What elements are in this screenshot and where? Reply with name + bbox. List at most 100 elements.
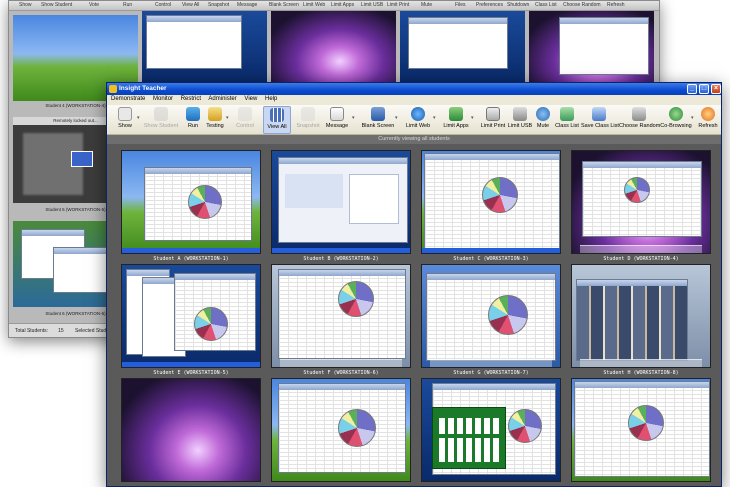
app-icon [109,85,117,93]
testing-dropdown-icon[interactable]: ▾ [226,115,229,121]
student-thumbnail-c[interactable]: Student C (WORKSTATION-3) [421,150,561,269]
limit-web-dropdown-icon[interactable]: ▾ [433,115,436,121]
back-tool-limit-print[interactable]: Limit Print [387,2,409,8]
menu-help[interactable]: Help [265,96,277,102]
lock-icon [71,151,93,167]
back-tool-preferences[interactable]: Preferences [476,2,503,8]
toolbar: Show ▾ Show Student Run Testing ▾ Contro… [107,105,721,135]
back-tool-limit-web[interactable]: Limit Web [303,2,325,8]
back-tool-show-student[interactable]: Show Student [41,2,72,8]
control-icon [238,107,252,121]
blank-screen-button[interactable]: Blank Screen [361,106,395,134]
back-toolbar: Show Show Student Vote Run Control View … [9,1,659,11]
minimize-button[interactable]: _ [687,84,697,94]
blank-screen-icon [371,107,385,121]
total-students-label: Total Students: [15,328,49,334]
back-tool-shutdown[interactable]: Shutdown [507,2,529,8]
view-all-button[interactable]: View All [263,106,291,134]
show-dropdown-icon[interactable]: ▾ [137,115,140,121]
menu-bar: Demonstrate Monitor Restrict Administer … [107,95,721,105]
co-browsing-dropdown-icon[interactable]: ▾ [691,115,694,121]
back-tool-run[interactable]: Run [123,2,132,8]
run-button[interactable]: Run [183,106,203,134]
show-student-button[interactable]: Show Student [143,106,179,134]
back-tool-mute[interactable]: Mute [421,2,432,8]
total-students-value: 15 [58,328,64,334]
grid-view-icon [270,108,284,122]
usb-icon [513,107,527,121]
back-thumb-4[interactable] [400,11,525,83]
back-tool-class-list[interactable]: Class List [535,2,557,8]
back-tool-snapshot[interactable]: Snapshot [208,2,229,8]
apps-icon [449,107,463,121]
random-icon [632,107,646,121]
close-button[interactable]: × [711,84,721,94]
viewing-status-text: Currently viewing all students [107,135,721,144]
back-thumb-2[interactable] [142,11,267,83]
printer-icon [486,107,500,121]
camera-icon [301,107,315,121]
back-thumb-3[interactable] [271,11,396,83]
testing-button[interactable]: Testing [203,106,227,134]
message-dropdown-icon[interactable]: ▾ [352,115,355,121]
student-caption: Student A (WORKSTATION-1) [153,256,229,262]
student-thumbnail-b[interactable]: Student B (WORKSTATION-2) [271,150,411,269]
snapshot-button[interactable]: Snapshot [293,106,323,134]
back-thumb-5[interactable] [529,11,654,83]
back-tool-blank-screen[interactable]: Blank Screen [269,2,299,8]
back-tool-vote[interactable]: Vote [89,2,99,8]
back-tool-control[interactable]: Control [155,2,171,8]
student-thumbnail-e[interactable]: Student E (WORKSTATION-5) [121,264,261,383]
limit-web-button[interactable]: Limit Web [403,106,433,134]
student-thumbnail-k[interactable] [421,378,561,486]
speaker-icon [536,107,550,121]
student-thumbnail-f[interactable]: Student F (WORKSTATION-6) [271,264,411,383]
student-thumbnail-j[interactable] [271,378,411,486]
blank-screen-dropdown-icon[interactable]: ▾ [395,115,398,121]
limit-apps-dropdown-icon[interactable]: ▾ [471,115,474,121]
testing-icon [208,107,222,121]
refresh-icon [701,107,715,121]
menu-view[interactable]: View [244,96,257,102]
window-title: Insight Teacher [119,85,167,92]
limit-apps-button[interactable]: Limit Apps [441,106,471,134]
back-tool-message[interactable]: Message [237,2,257,8]
student-thumbnail-d[interactable]: Student D (WORKSTATION-4) [571,150,711,269]
back-tool-choose-random[interactable]: Choose Random [563,2,601,8]
refresh-button[interactable]: Refresh [695,106,721,134]
limit-print-button[interactable]: Limit Print [479,106,507,134]
class-list-button[interactable]: Class List [555,106,579,134]
menu-administer[interactable]: Administer [208,96,236,102]
message-button[interactable]: Message [323,106,351,134]
student-thumbnail-a[interactable]: Student A (WORKSTATION-1) [121,150,261,269]
choose-random-button[interactable]: Choose Random [619,106,660,134]
student-caption: Student F (WORKSTATION-6) [303,370,379,376]
maximize-button[interactable]: □ [699,84,709,94]
insight-teacher-window: Insight Teacher _ □ × Demonstrate Monito… [106,82,722,487]
student-thumbnail-l[interactable] [571,378,711,486]
back-tool-show[interactable]: Show [19,2,32,8]
back-tool-refresh[interactable]: Refresh [607,2,625,8]
class-list-icon [560,107,574,121]
back-tool-limit-apps[interactable]: Limit Apps [331,2,354,8]
menu-restrict[interactable]: Restrict [181,96,201,102]
mute-button[interactable]: Mute [533,106,553,134]
back-tool-view-all[interactable]: View All [182,2,199,8]
limit-usb-button[interactable]: Limit USB [507,106,533,134]
save-class-list-button[interactable]: Save Class List [581,106,619,134]
back-tool-files[interactable]: Files [455,2,466,8]
menu-monitor[interactable]: Monitor [153,96,173,102]
back-tool-limit-usb[interactable]: Limit USB [361,2,383,8]
student-thumbnail-i[interactable] [121,378,261,486]
co-browsing-button[interactable]: Co-Browsing [659,106,693,134]
student-thumbnail-h[interactable]: Student H (WORKSTATION-8) [571,264,711,383]
show-button[interactable]: Show [111,106,139,134]
student-caption: Student C (WORKSTATION-3) [453,256,529,262]
title-bar: Insight Teacher _ □ × [107,83,721,95]
message-icon [330,107,344,121]
globe-icon [411,107,425,121]
control-button[interactable]: Control [231,106,259,134]
student-caption: Student B (WORKSTATION-2) [303,256,379,262]
menu-demonstrate[interactable]: Demonstrate [111,96,145,102]
student-thumbnail-g[interactable]: Student G (WORKSTATION-7) [421,264,561,383]
